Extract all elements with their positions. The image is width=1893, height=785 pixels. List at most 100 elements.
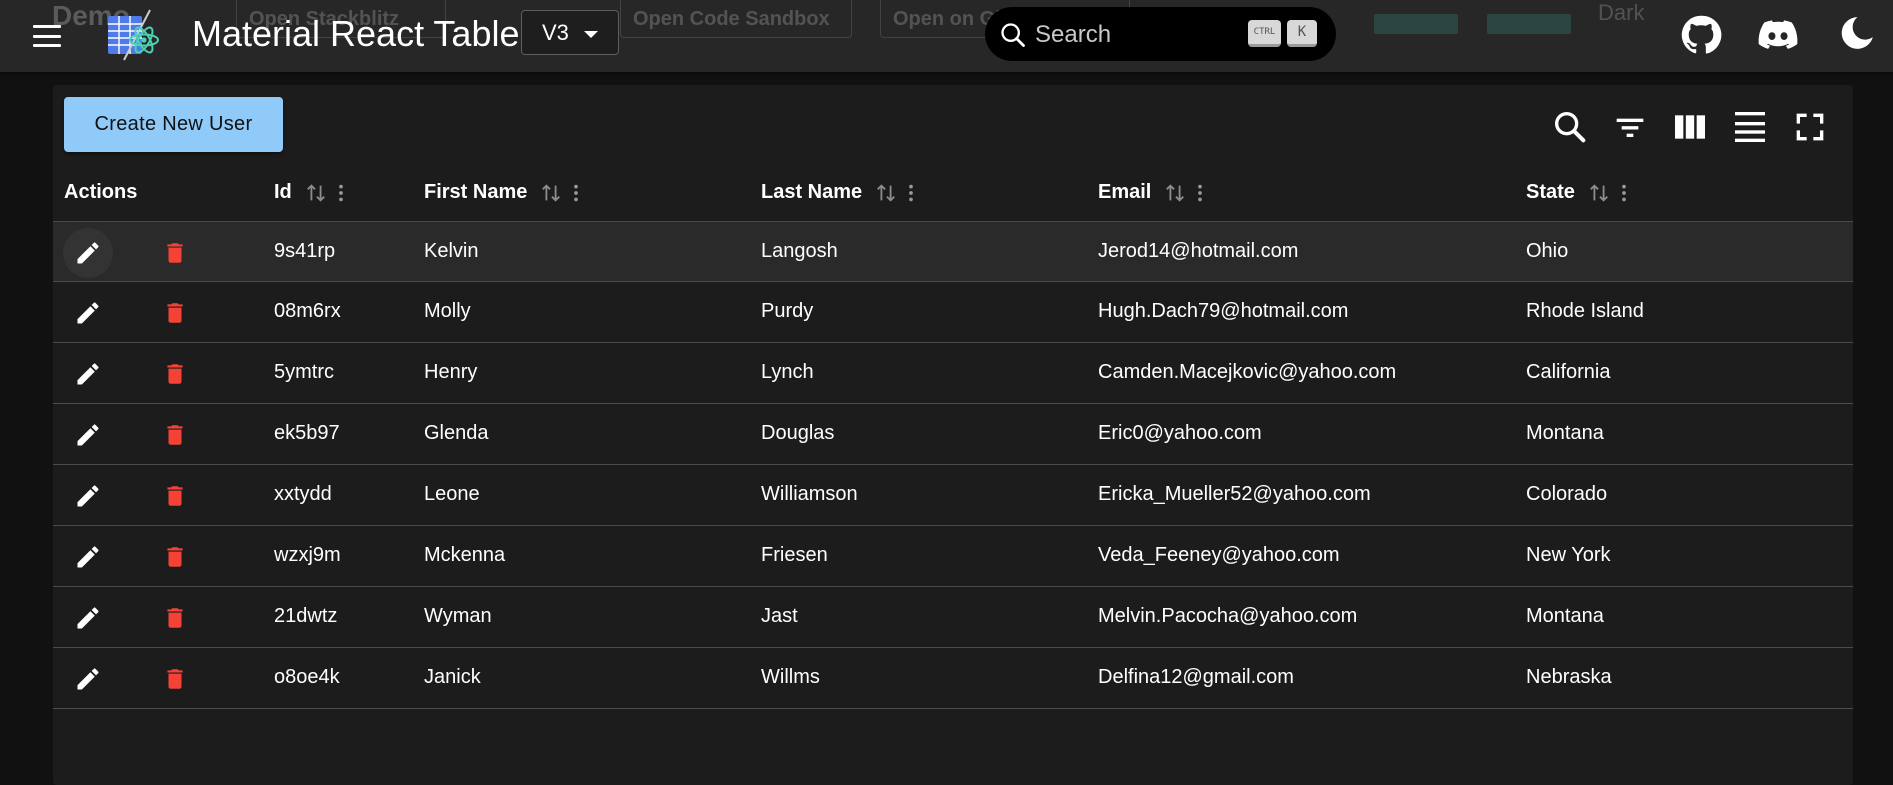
column-header-label: Last Name [761, 181, 863, 203]
density-icon[interactable] [1730, 107, 1770, 147]
delete-trash-icon[interactable] [150, 654, 200, 704]
cell-first-name: Kelvin [424, 240, 479, 262]
cell-last-name: Purdy [761, 300, 814, 322]
cell-state: California [1526, 361, 1611, 383]
cell-first-name: Henry [424, 361, 478, 383]
search-icon [1001, 23, 1025, 47]
edit-pencil-icon[interactable] [63, 228, 113, 278]
delete-trash-icon[interactable] [150, 593, 200, 643]
global-search-input[interactable]: Search CTRL K [985, 7, 1336, 61]
cell-id: 21dwtz [274, 605, 338, 627]
column-header-label: Id [274, 181, 292, 203]
edit-pencil-icon[interactable] [63, 471, 113, 521]
cell-state: Nebraska [1526, 666, 1612, 688]
cell-email: Ericka_Mueller52@yahoo.com [1098, 483, 1371, 505]
table-row[interactable]: ek5b97 Glenda Douglas Eric0@yahoo.com Mo… [53, 404, 1853, 465]
cell-last-name: Willms [761, 666, 820, 688]
sort-arrows-icon[interactable] [1164, 182, 1186, 204]
cell-first-name: Janick [424, 666, 481, 688]
app-bar: Demo Open Stackblitz Open Code Sandbox O… [0, 0, 1893, 72]
edit-pencil-icon[interactable] [63, 288, 113, 338]
edit-pencil-icon[interactable] [63, 593, 113, 643]
cell-id: 9s41rp [274, 240, 336, 262]
column-header-label: Email [1098, 181, 1152, 203]
column-header-last-name[interactable]: Last Name [761, 181, 915, 204]
sort-arrows-icon[interactable] [305, 182, 327, 204]
delete-trash-icon[interactable] [150, 471, 200, 521]
version-select[interactable]: V3 [521, 10, 619, 55]
sort-arrows-icon[interactable] [1588, 182, 1610, 204]
table-row[interactable]: o8oe4k Janick Willms Delfina12@gmail.com… [53, 648, 1853, 709]
more-vert-icon[interactable] [1196, 182, 1204, 204]
table-container: Create New User Actions Id First Name La… [53, 85, 1853, 785]
more-vert-icon[interactable] [572, 182, 580, 204]
cell-last-name: Jast [761, 605, 798, 627]
edit-pencil-icon[interactable] [63, 410, 113, 460]
cell-email: Camden.Macejkovic@yahoo.com [1098, 361, 1397, 383]
sort-arrows-icon[interactable] [875, 182, 897, 204]
table-row[interactable]: 21dwtz Wyman Jast Melvin.Pacocha@yahoo.c… [53, 587, 1853, 648]
cell-first-name: Wyman [424, 605, 492, 627]
table-row[interactable]: wzxj9m Mckenna Friesen Veda_Feeney@yahoo… [53, 526, 1853, 587]
fullscreen-icon[interactable] [1790, 107, 1830, 147]
table-row[interactable]: 5ymtrc Henry Lynch Camden.Macejkovic@yah… [53, 343, 1853, 404]
discord-icon[interactable] [1756, 13, 1800, 57]
more-vert-icon[interactable] [1620, 182, 1628, 204]
table-row[interactable]: 9s41rp Kelvin Langosh Jerod14@hotmail.co… [53, 221, 1853, 282]
cell-first-name: Mckenna [424, 544, 506, 566]
dark-mode-moon-icon[interactable] [1837, 13, 1881, 57]
version-select-value: V3 [542, 20, 569, 45]
cell-email: Hugh.Dach79@hotmail.com [1098, 300, 1349, 322]
app-logo[interactable] [104, 8, 166, 62]
table-row[interactable]: 08m6rx Molly Purdy Hugh.Dach79@hotmail.c… [53, 282, 1853, 343]
column-header-id[interactable]: Id [274, 181, 345, 204]
cell-last-name: Langosh [761, 240, 838, 262]
filter-list-icon[interactable] [1610, 107, 1650, 147]
background-progress-bar [1487, 14, 1571, 34]
cell-first-name: Molly [424, 300, 471, 322]
hamburger-menu-icon[interactable] [30, 20, 64, 52]
cell-state: New York [1526, 544, 1611, 566]
column-header-first-name[interactable]: First Name [424, 181, 580, 204]
github-icon[interactable] [1679, 13, 1723, 57]
column-header-state[interactable]: State [1526, 181, 1628, 204]
cell-state: Montana [1526, 422, 1604, 444]
ctrl-key-badge: CTRL [1248, 20, 1281, 47]
cell-first-name: Leone [424, 483, 480, 505]
column-header-actions: Actions [64, 181, 137, 204]
delete-trash-icon[interactable] [150, 532, 200, 582]
cell-id: wzxj9m [274, 544, 341, 566]
sort-arrows-icon[interactable] [540, 182, 562, 204]
delete-trash-icon[interactable] [150, 288, 200, 338]
delete-trash-icon[interactable] [150, 228, 200, 278]
background-theme-select: Dark [1598, 0, 1645, 25]
table-row[interactable]: xxtydd Leone Williamson Ericka_Mueller52… [53, 465, 1853, 526]
delete-trash-icon[interactable] [150, 410, 200, 460]
edit-pencil-icon[interactable] [63, 532, 113, 582]
cell-id: o8oe4k [274, 666, 340, 688]
background-progress-bar [1374, 14, 1458, 34]
background-codesandbox-button: Open Code Sandbox [620, 0, 852, 38]
cell-email: Eric0@yahoo.com [1098, 422, 1262, 444]
cell-id: 08m6rx [274, 300, 341, 322]
delete-trash-icon[interactable] [150, 349, 200, 399]
cell-state: Montana [1526, 605, 1604, 627]
more-vert-icon[interactable] [907, 182, 915, 204]
view-column-icon[interactable] [1670, 107, 1710, 147]
cell-first-name: Glenda [424, 422, 489, 444]
cell-id: xxtydd [274, 483, 332, 505]
cell-last-name: Williamson [761, 483, 858, 505]
create-new-user-button[interactable]: Create New User [64, 97, 283, 152]
app-title[interactable]: Material React Table [192, 13, 520, 55]
cell-state: Colorado [1526, 483, 1608, 505]
cell-id: 5ymtrc [274, 361, 334, 383]
cell-last-name: Lynch [761, 361, 814, 383]
edit-pencil-icon[interactable] [63, 654, 113, 704]
column-header-label: State [1526, 181, 1575, 203]
more-vert-icon[interactable] [337, 182, 345, 204]
cell-email: Melvin.Pacocha@yahoo.com [1098, 605, 1358, 627]
search-icon[interactable] [1550, 107, 1590, 147]
column-header-email[interactable]: Email [1098, 181, 1204, 204]
edit-pencil-icon[interactable] [63, 349, 113, 399]
cell-email: Veda_Feeney@yahoo.com [1098, 544, 1340, 566]
